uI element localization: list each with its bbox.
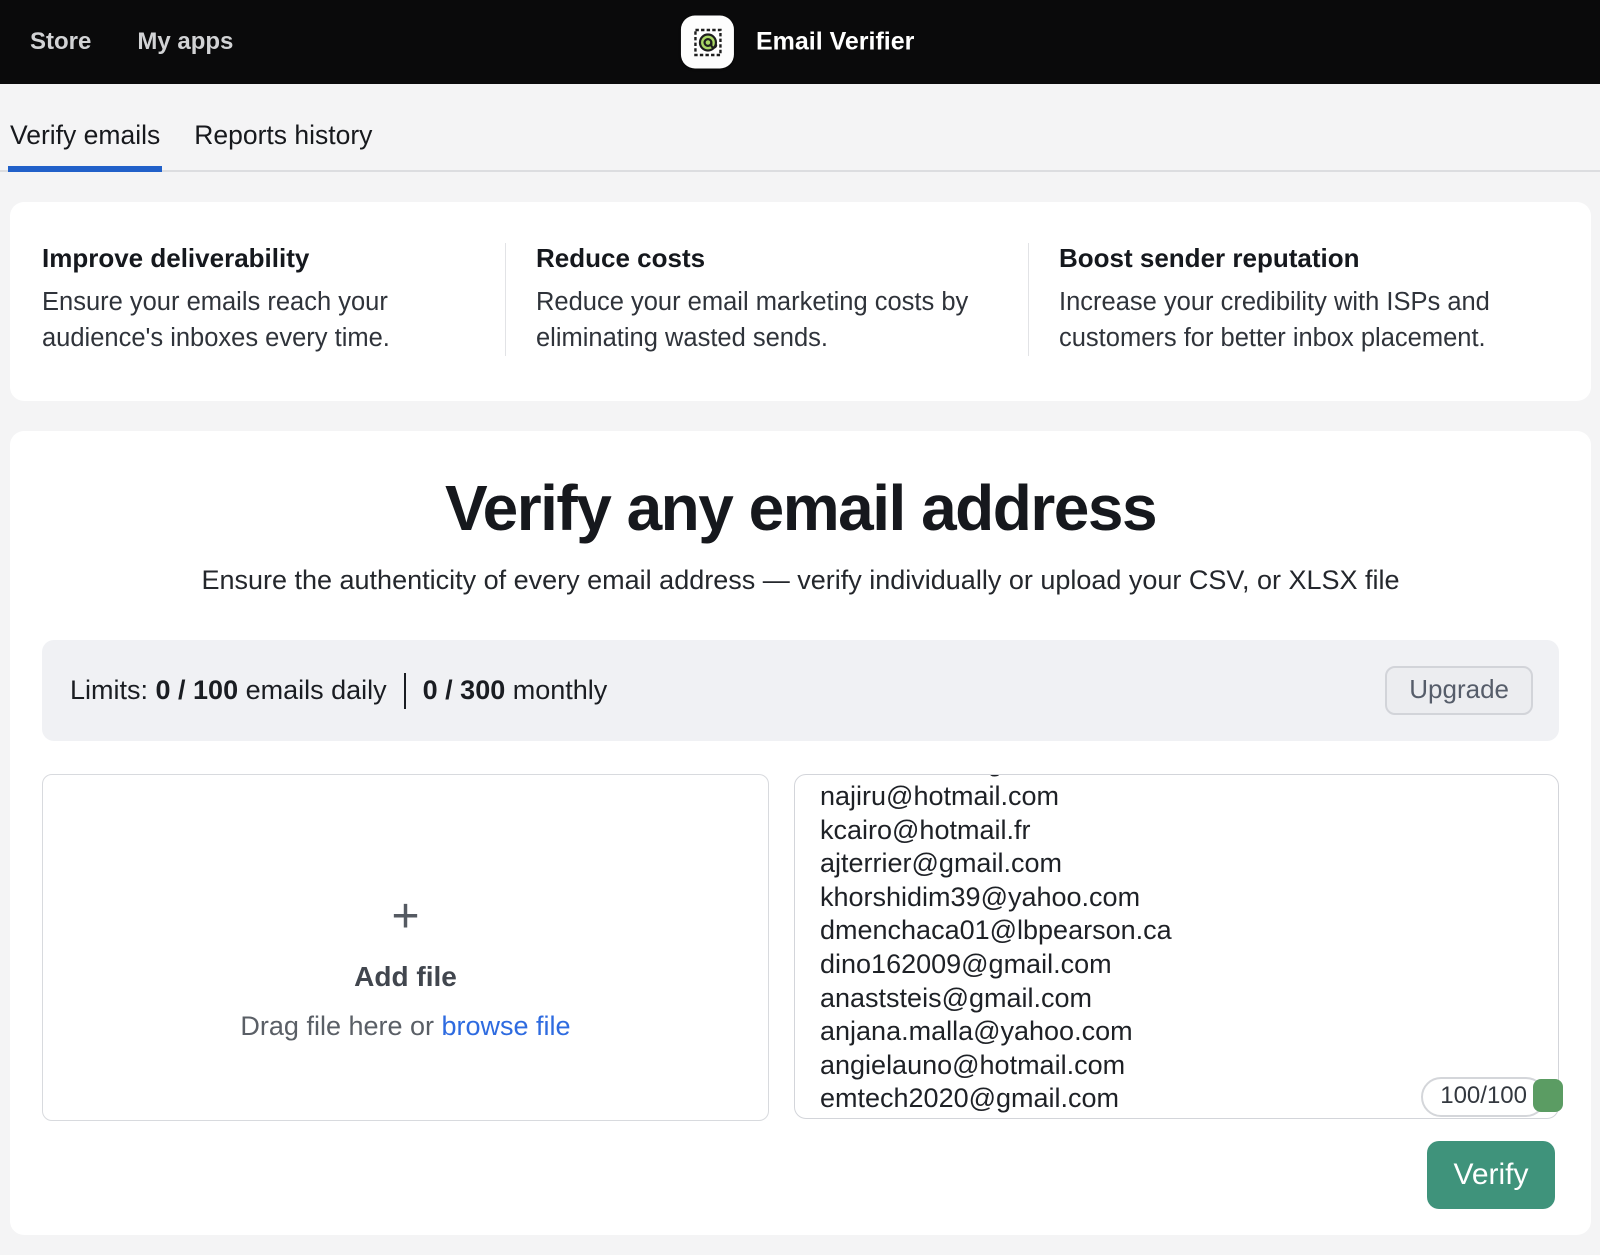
email-line: khorshidim39@yahoo.com <box>820 881 1558 915</box>
tab-bar: Verify emails Reports history <box>0 84 1600 172</box>
page-subtitle: Ensure the authenticity of every email a… <box>42 565 1559 596</box>
email-count-badge: 100/100 <box>1421 1077 1546 1117</box>
email-line: kcairo@hotmail.fr <box>820 814 1558 848</box>
verify-button[interactable]: Verify <box>1427 1141 1555 1209</box>
topbar-nav: Store My apps <box>30 28 233 56</box>
feature-strip: Improve deliverability Ensure your email… <box>10 202 1591 401</box>
feature-description: Increase your credibility with ISPs and … <box>1059 285 1524 356</box>
verify-row: Verify <box>42 1141 1559 1209</box>
scrollbar-thumb[interactable] <box>1533 1079 1563 1112</box>
feature-reduce-costs: Reduce costs Reduce your email marketing… <box>505 243 1028 356</box>
app-title: Email Verifier <box>756 28 914 57</box>
feature-title: Boost sender reputation <box>1059 243 1551 274</box>
email-line: dmenchaca01@lbpearson.ca <box>820 914 1558 948</box>
monthly-limit-value: 0 / 300 <box>423 675 506 706</box>
my-apps-link[interactable]: My apps <box>137 28 233 56</box>
store-link[interactable]: Store <box>30 28 91 56</box>
feature-improve-deliverability: Improve deliverability Ensure your email… <box>10 243 505 356</box>
email-line: anjana.malla@yahoo.com <box>820 1015 1558 1049</box>
upgrade-button[interactable]: Upgrade <box>1385 666 1533 715</box>
email-line: najiru@hotmail.com <box>820 780 1558 814</box>
feature-title: Reduce costs <box>536 243 988 274</box>
email-line: anaststeis@gmail.com <box>820 982 1558 1016</box>
page-title: Verify any email address <box>42 471 1559 545</box>
limits-divider <box>404 673 406 709</box>
limits-bar: Limits: 0 / 100 emails daily 0 / 300 mont… <box>42 640 1559 741</box>
app-brand: Email Verifier <box>681 16 914 69</box>
feature-description: Reduce your email marketing costs by eli… <box>536 285 988 356</box>
top-bar: Store My apps Email Verifier <box>0 0 1600 84</box>
email-textarea[interactable]: @gmail.com najiru@hotmail.com kcairo@hot… <box>794 774 1559 1119</box>
drag-hint: Drag file here or browse file <box>240 1011 570 1042</box>
file-dropzone[interactable]: + Add file Drag file here or browse file <box>42 774 769 1121</box>
drag-hint-text: Drag file here or <box>240 1011 441 1041</box>
daily-limit-value: 0 / 100 <box>156 675 239 706</box>
tab-reports-history[interactable]: Reports history <box>192 120 374 172</box>
limits-text: Limits: 0 / 100 emails daily 0 / 300 mont… <box>70 673 607 709</box>
plus-icon: + <box>391 893 419 941</box>
feature-boost-reputation: Boost sender reputation Increase your cr… <box>1028 243 1591 356</box>
browse-file-link[interactable]: browse file <box>442 1011 571 1041</box>
monthly-limit-suffix: monthly <box>505 675 607 706</box>
tab-verify-emails[interactable]: Verify emails <box>8 120 162 172</box>
email-list: @gmail.com najiru@hotmail.com kcairo@hot… <box>795 775 1558 1118</box>
upload-row: + Add file Drag file here or browse file… <box>42 774 1559 1121</box>
feature-title: Improve deliverability <box>42 243 465 274</box>
add-file-label: Add file <box>354 961 457 993</box>
email-stamp-icon <box>681 16 734 69</box>
limits-label: Limits: <box>70 675 156 706</box>
feature-description: Ensure your emails reach your audience's… <box>42 285 407 356</box>
email-line: ajterrier@gmail.com <box>820 847 1558 881</box>
email-line: dino162009@gmail.com <box>820 948 1558 982</box>
verify-panel: Verify any email address Ensure the auth… <box>10 431 1591 1235</box>
daily-limit-suffix: emails daily <box>238 675 387 706</box>
